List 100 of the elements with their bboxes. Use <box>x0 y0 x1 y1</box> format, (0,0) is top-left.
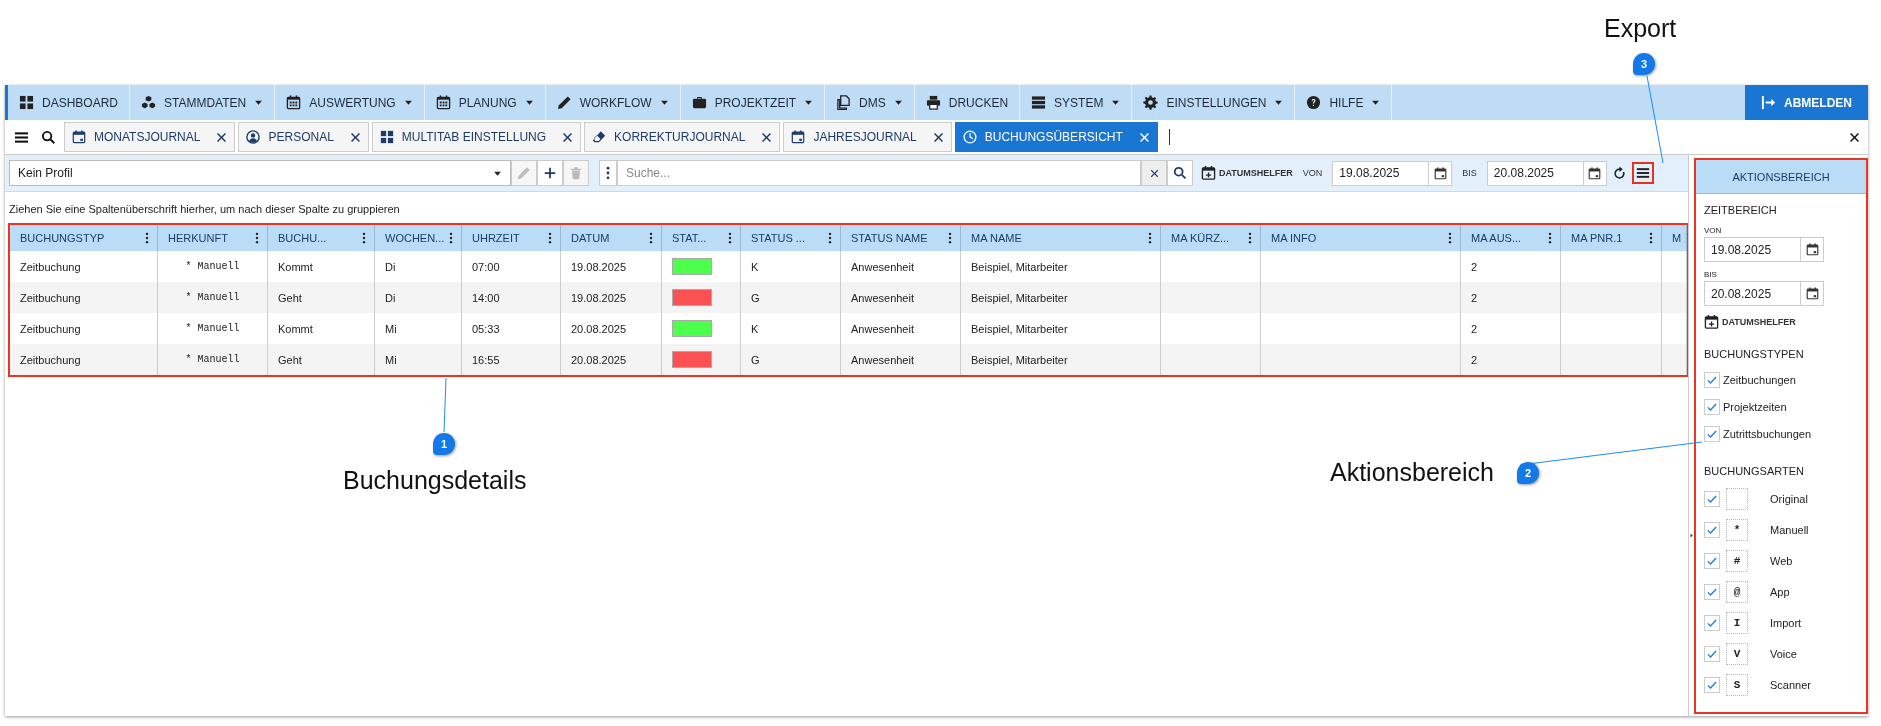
column-header[interactable]: STAT... <box>662 225 741 251</box>
close-icon[interactable] <box>349 131 361 143</box>
tab[interactable]: MONATSJOURNAL <box>64 122 236 152</box>
date-field[interactable]: 20.08.2025 <box>1486 160 1607 186</box>
close-icon[interactable] <box>562 131 574 143</box>
calendar-plus-icon <box>1704 314 1719 330</box>
tab[interactable]: JAHRESJOURNAL <box>783 122 952 152</box>
close-icon[interactable] <box>216 131 228 143</box>
close-icon <box>1149 168 1159 178</box>
checkbox[interactable] <box>1704 552 1720 569</box>
menu-icon <box>1635 166 1650 180</box>
user-icon <box>246 130 261 144</box>
close-icon[interactable] <box>1849 131 1860 143</box>
column-header[interactable]: UHRZEIT <box>462 225 561 251</box>
profile-dropdown[interactable]: Kein Profil <box>9 160 511 186</box>
close-icon[interactable] <box>761 131 773 143</box>
column-header[interactable]: HERKUNFT <box>158 225 268 251</box>
calendar-icon[interactable] <box>1805 287 1819 300</box>
checkbox[interactable] <box>1704 614 1720 631</box>
calendar-icon[interactable] <box>1433 166 1447 180</box>
server-icon <box>1031 95 1047 110</box>
search-icon[interactable] <box>41 129 56 145</box>
close-icon[interactable] <box>932 131 944 143</box>
symbol-box: S <box>1726 673 1748 696</box>
clock-icon <box>962 130 977 144</box>
table-cell: 2 <box>1461 344 1561 375</box>
nav-menu-item[interactable]: DRUCKEN <box>914 85 1021 120</box>
table-cell: G <box>741 282 841 313</box>
column-header[interactable]: M <box>1662 225 1687 251</box>
from-label: VON <box>1302 168 1323 178</box>
search-field[interactable]: Suche... <box>617 160 1141 186</box>
from-label: VON <box>1704 226 1723 235</box>
checkbox[interactable] <box>1704 371 1720 388</box>
tab[interactable]: MULTITAB EINSTELLUNG <box>371 122 582 152</box>
checkbox[interactable] <box>1704 583 1720 600</box>
checkbox[interactable] <box>1704 676 1720 693</box>
checkbox[interactable] <box>1704 645 1720 662</box>
checkbox-label: Web <box>1770 554 1793 567</box>
column-header[interactable]: MA INFO <box>1261 225 1461 251</box>
column-header[interactable]: DATUM <box>561 225 662 251</box>
column-header[interactable]: MA PNR.1 <box>1561 225 1662 251</box>
tab[interactable]: PERSONAL <box>238 122 369 152</box>
checkbox[interactable] <box>1704 490 1720 507</box>
checkbox[interactable] <box>1704 425 1720 442</box>
logout-button[interactable]: ABMELDEN <box>1745 85 1868 120</box>
column-header[interactable]: STATUS ... <box>741 225 841 251</box>
calendar-plus-icon <box>1201 165 1216 181</box>
date-helper-button[interactable]: DATUMSHELFER <box>1704 314 1858 330</box>
date-field[interactable]: 19.08.2025 <box>1704 237 1824 262</box>
checkbox-label: Zeitbuchungen <box>1723 373 1796 386</box>
column-header[interactable]: BUCHUNGSTYP <box>10 225 158 251</box>
nav-menu-item[interactable]: PLANUNG <box>424 85 546 120</box>
nav-menu-item[interactable]: AUSWERTUNG <box>275 85 425 120</box>
nav-menu-item[interactable]: EINSTELLUNGEN <box>1132 85 1296 120</box>
column-header[interactable]: WOCHEN... <box>375 225 462 251</box>
menu-icon[interactable] <box>14 129 29 145</box>
refresh-icon[interactable] <box>1611 165 1627 181</box>
column-header[interactable]: MA KÜRZ... <box>1161 225 1261 251</box>
nav-menu-item[interactable]: HILFE <box>1295 85 1393 120</box>
options-button[interactable] <box>599 160 617 186</box>
column-header[interactable]: STATUS NAME <box>841 225 961 251</box>
nav-menu-item[interactable]: STAMMDATEN <box>130 85 276 120</box>
date-helper-button[interactable]: DATUMSHELFER <box>1201 165 1293 181</box>
checkbox-label: Scanner <box>1770 678 1811 691</box>
printer-icon <box>925 95 941 110</box>
column-header[interactable]: BUCHU... <box>268 225 375 251</box>
nav-menu-item[interactable]: PROJEKTZEIT <box>680 85 826 120</box>
symbol-box: # <box>1726 549 1748 572</box>
nav-menu-item[interactable]: SYSTEM <box>1020 85 1133 120</box>
date-field[interactable]: 19.08.2025 <box>1332 160 1453 186</box>
tab[interactable]: BUCHUNGSÜBERSICHT <box>954 122 1158 152</box>
column-header[interactable]: MA NAME <box>961 225 1161 251</box>
calendar-icon[interactable] <box>1588 166 1602 180</box>
column-header[interactable]: MA AUS... <box>1461 225 1561 251</box>
table-cell: 2 <box>1461 282 1561 313</box>
symbol-box: @ <box>1726 580 1748 603</box>
nav-menu-item[interactable]: WORKFLOW <box>545 85 681 120</box>
table-cell: Geht <box>268 282 375 313</box>
calendar-icon <box>791 130 806 144</box>
nav-menu-item[interactable]: DMS <box>825 85 915 120</box>
table-cell: 19.08.2025 <box>561 282 662 313</box>
search-icon <box>1173 166 1187 180</box>
callout-badge: 3 <box>1633 53 1655 75</box>
calendar-icon <box>72 130 86 144</box>
nav-menu-item[interactable]: DASHBOARD <box>8 85 130 120</box>
checkbox[interactable] <box>1704 521 1720 538</box>
to-label: BIS <box>1462 168 1477 178</box>
callout-label: Export <box>1604 14 1677 43</box>
checkbox[interactable] <box>1704 398 1720 415</box>
export-button[interactable] <box>1631 162 1654 184</box>
add-button[interactable] <box>537 160 563 186</box>
date-field[interactable]: 20.08.2025 <box>1704 281 1824 306</box>
checkbox-label: Original <box>1770 492 1808 505</box>
tab[interactable]: KORREKTURJOURNAL <box>584 122 781 152</box>
collapse-arrow-icon[interactable] <box>1689 533 1694 538</box>
documents-icon <box>836 95 852 110</box>
calendar-icon[interactable] <box>1805 243 1819 256</box>
search-button[interactable] <box>1167 160 1193 186</box>
grid-icon <box>379 130 394 144</box>
leader-line <box>443 377 447 433</box>
